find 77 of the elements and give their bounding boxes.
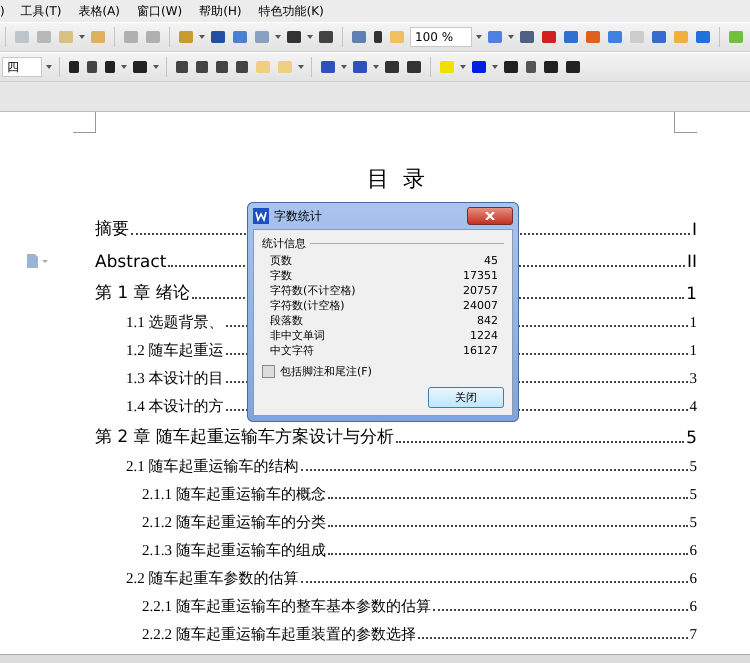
- caret-icon[interactable]: [153, 65, 159, 69]
- toc-entry-title: 1.4 本设计的方: [126, 397, 224, 416]
- menu-item[interactable]: ): [0, 4, 13, 18]
- zoom-field[interactable]: 100 %: [410, 27, 472, 47]
- caret-icon[interactable]: [460, 65, 466, 69]
- toc-entry-title: 2.2.2 随车起重运输车起重装置的参数选择: [142, 626, 416, 644]
- toc-entry-title: 2.1 随车起重运输车的结构: [126, 458, 298, 476]
- caret-icon[interactable]: [275, 35, 281, 39]
- toc-entry-title: 2.1.1 随车起重运输车的概念: [142, 486, 326, 504]
- stat-value: 16127: [463, 344, 498, 357]
- stat-label: 字数: [270, 268, 292, 283]
- toc-page-number: 5: [686, 428, 697, 448]
- stat-label: 非中文单词: [270, 328, 325, 343]
- toc-entry-title: 2.1.2 随车起重运输车的分类: [142, 514, 326, 532]
- menu-item[interactable]: 工具(T): [12, 2, 70, 20]
- caret-icon[interactable]: [508, 35, 514, 39]
- stat-value: 45: [484, 254, 498, 267]
- dialog-title: 字数统计: [274, 208, 322, 224]
- stat-value: 24007: [463, 299, 498, 312]
- toc-page-number: 1: [690, 315, 697, 332]
- toc-page-number: 4: [690, 399, 697, 416]
- stat-value: 17351: [463, 269, 498, 282]
- toc-entry-title: 2.2 随车起重车参数的估算: [126, 570, 298, 588]
- toc-heading: 目 录: [366, 166, 426, 194]
- toc-page-number: 3: [690, 371, 697, 388]
- stat-label: 段落数: [270, 313, 303, 328]
- caret-icon[interactable]: [307, 35, 313, 39]
- caret-icon[interactable]: [46, 65, 52, 69]
- toc-entry-title: 1.1 选题背景、: [126, 314, 224, 332]
- margin-corner-mark: [674, 112, 697, 133]
- stat-value: 842: [477, 314, 498, 327]
- stat-value: 20757: [463, 284, 498, 297]
- toc-page-number: 6: [690, 543, 697, 560]
- toc-page-number: 6: [690, 571, 697, 588]
- toc-entry-title: 2.2.1 随车起重运输车的整车基本参数的估算: [142, 598, 431, 616]
- menu-item[interactable]: 窗口(W): [128, 2, 192, 20]
- caret-icon[interactable]: [79, 35, 85, 39]
- menu-item[interactable]: 特色功能(K): [250, 2, 333, 20]
- toc-entry-title: 摘要: [95, 218, 129, 240]
- menu-item[interactable]: 帮助(H): [191, 2, 251, 20]
- caret-icon[interactable]: [373, 65, 379, 69]
- group-label: 统计信息: [262, 236, 306, 251]
- margin-corner-mark: [73, 112, 96, 133]
- toc-page-number: II: [686, 252, 697, 272]
- caret-icon[interactable]: [199, 35, 205, 39]
- menu-item[interactable]: 表格(A): [70, 2, 129, 20]
- stat-value: 1224: [470, 329, 498, 342]
- toc-page-number: 7: [690, 627, 697, 644]
- toc-page-number: 5: [690, 487, 697, 504]
- toc-entry-title: 第 1 章 绪论: [95, 282, 190, 304]
- toc-entry-title: 1.2 随车起重运: [126, 342, 224, 360]
- caret-icon[interactable]: [492, 65, 498, 69]
- checkbox[interactable]: [262, 365, 275, 378]
- app-logo-icon: [253, 208, 269, 224]
- toc-entry-title: 1.3 本设计的目: [126, 370, 224, 388]
- close-button[interactable]: [467, 207, 513, 225]
- checkbox-label: 包括脚注和尾注(F): [280, 364, 372, 379]
- toc-entry-title: 2.1.3 随车起重运输车的组成: [142, 542, 326, 560]
- caret-icon[interactable]: [476, 35, 482, 39]
- close-icon: [485, 212, 495, 220]
- close-dialog-button[interactable]: 关闭: [428, 387, 504, 408]
- toc-entry-title: 第 2 章 随车起重运输车方案设计与分析: [95, 426, 394, 448]
- caret-icon[interactable]: [121, 65, 127, 69]
- font-size-field[interactable]: 四: [2, 57, 42, 77]
- stat-label: 中文字符: [270, 343, 314, 358]
- stat-label: 页数: [270, 253, 292, 268]
- stat-label: 字符数(计空格): [270, 298, 345, 313]
- caret-icon[interactable]: [341, 65, 347, 69]
- toc-page-number: 1: [686, 284, 697, 304]
- caret-icon[interactable]: [298, 65, 304, 69]
- toc-page-number: I: [692, 220, 697, 240]
- toc-page-number: 1: [690, 343, 697, 360]
- toc-entry-title: Abstract: [95, 252, 166, 272]
- stat-label: 字符数(不计空格): [270, 283, 356, 298]
- toc-page-number: 5: [690, 459, 697, 476]
- toc-page-number: 6: [690, 599, 697, 616]
- toc-page-number: 5: [690, 515, 697, 532]
